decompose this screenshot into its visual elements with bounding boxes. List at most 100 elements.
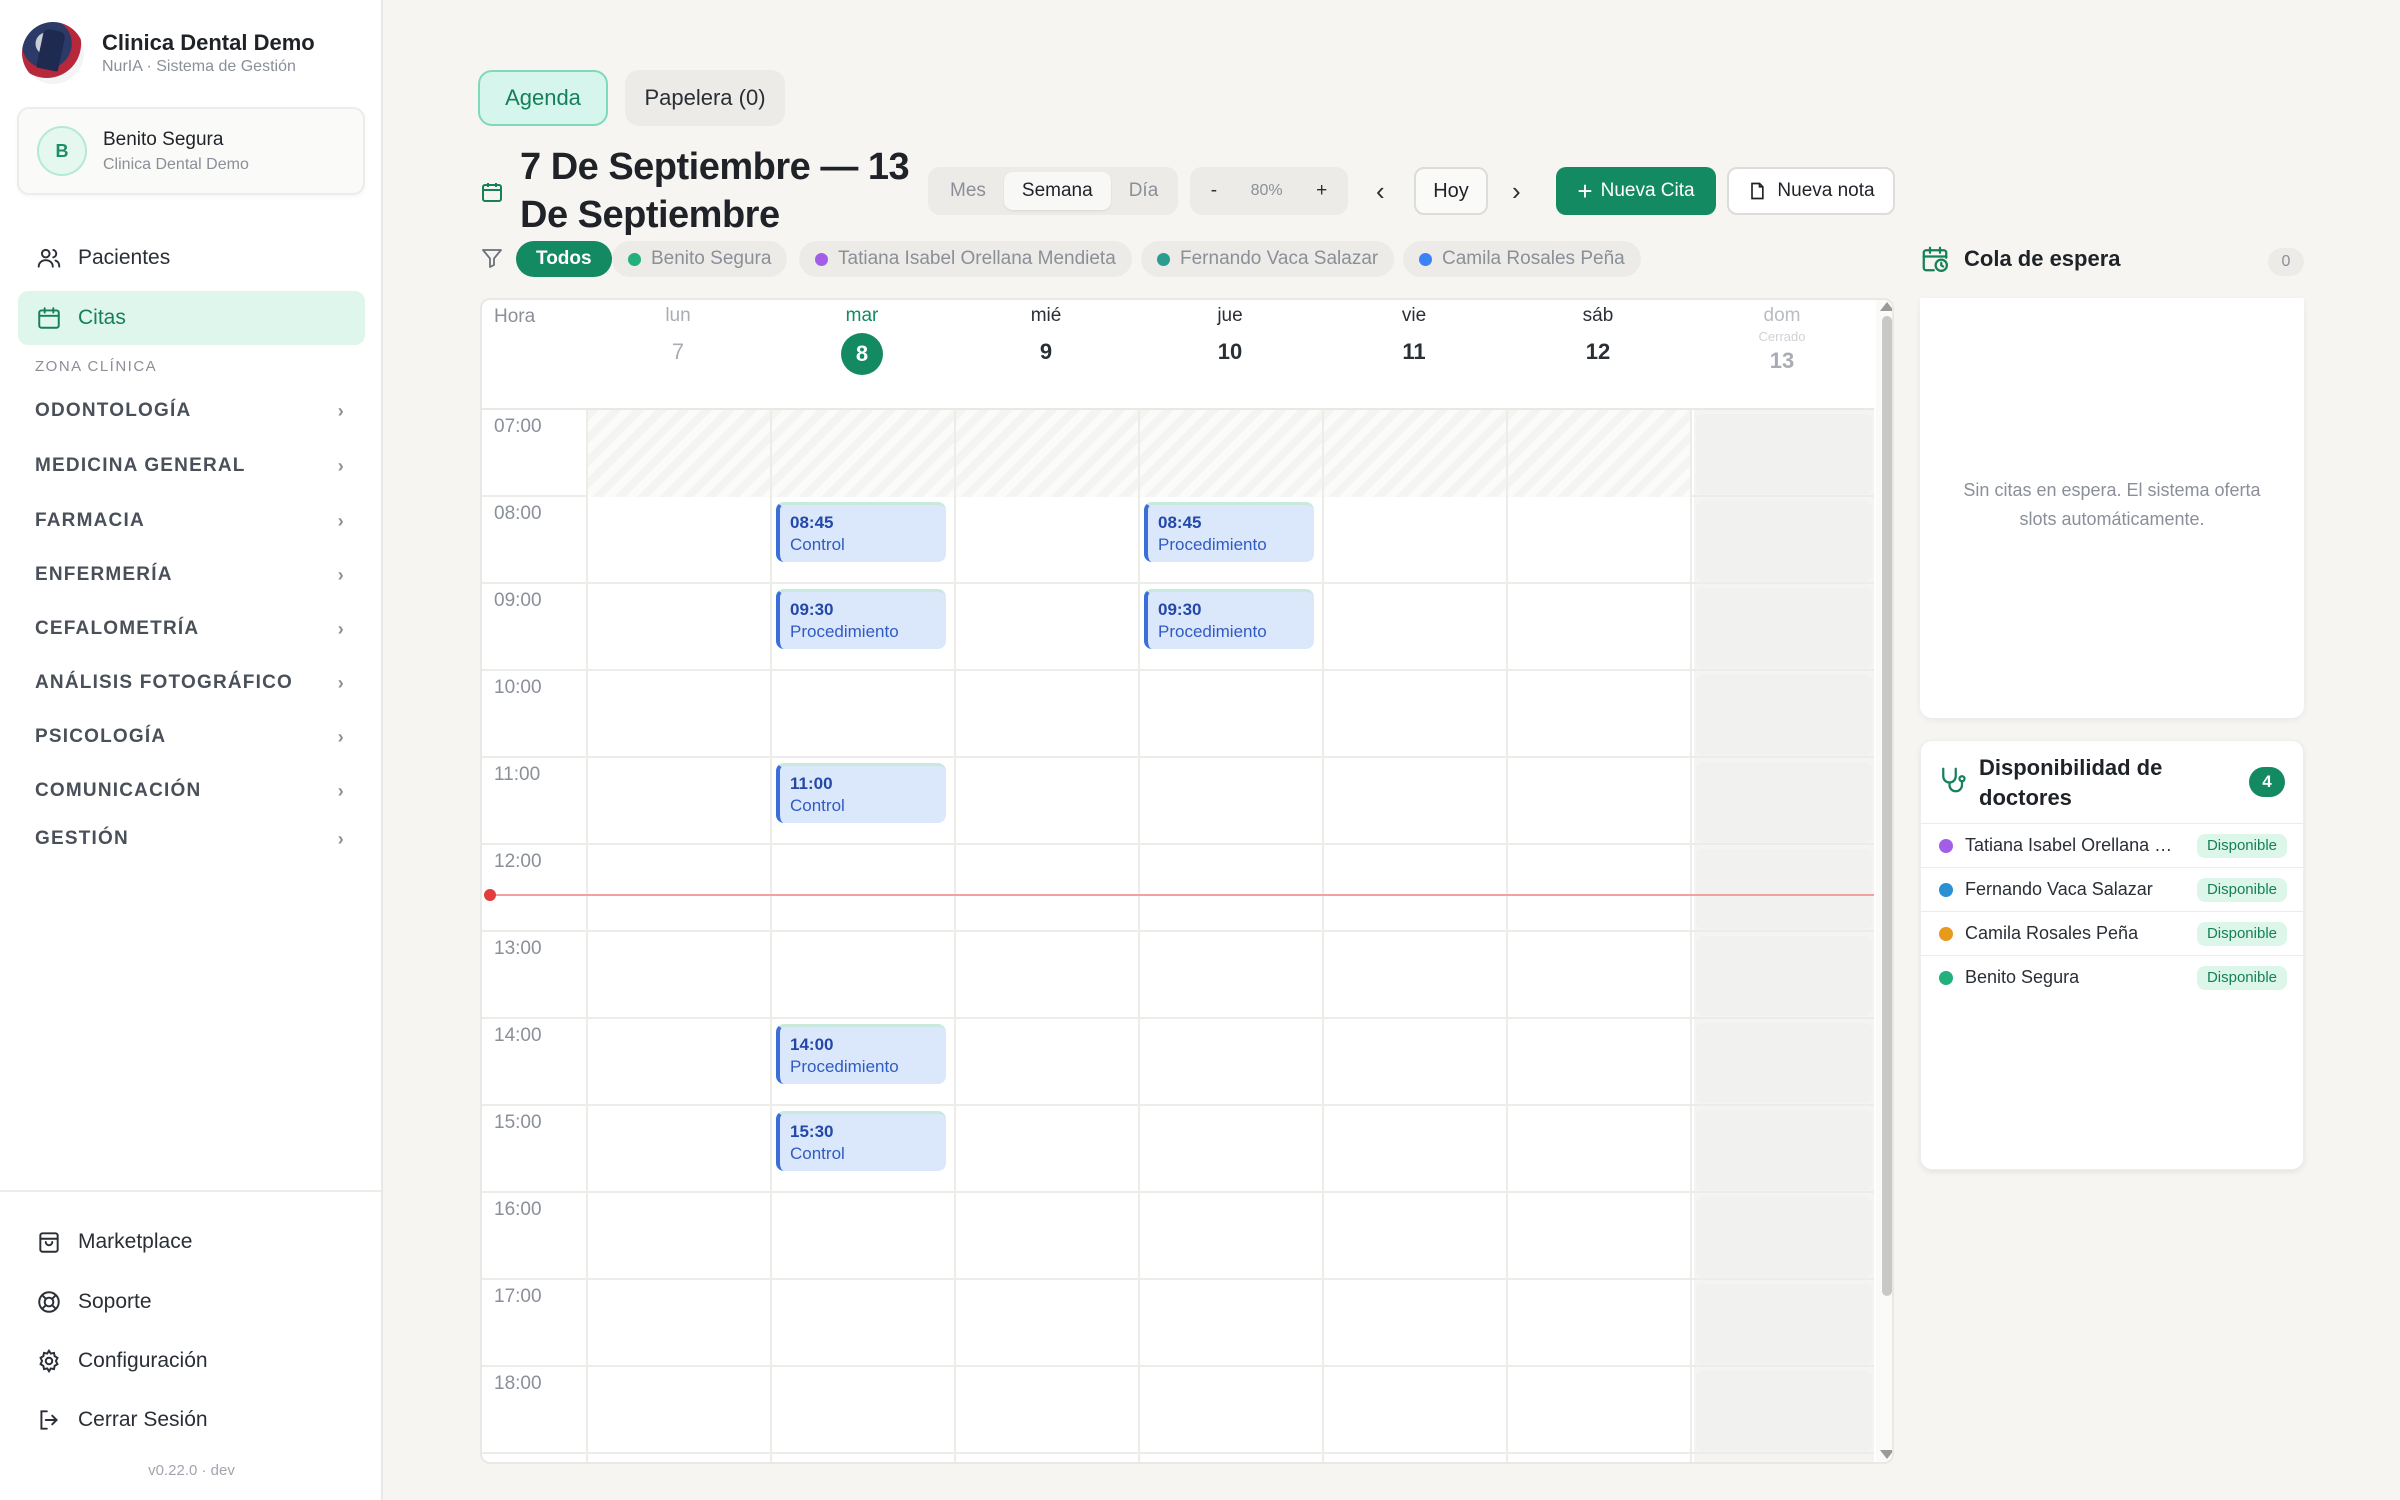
day-header[interactable]: jue 10	[1138, 300, 1322, 408]
status-badge: Disponible	[2196, 965, 2287, 990]
prev-week-button[interactable]: ‹	[1376, 176, 1385, 207]
column-divider	[1506, 410, 1508, 1462]
view-semana-button[interactable]: Semana	[1003, 172, 1111, 210]
zoom-out-button[interactable]: -	[1211, 180, 1217, 202]
filter-chip-todos[interactable]: Todos	[516, 241, 612, 277]
scroll-down-arrow[interactable]	[1880, 1450, 1892, 1459]
appointment-type: Procedimiento	[1158, 535, 1267, 554]
sidebar-section-3[interactable]: ENFERMERÍA ›	[35, 564, 345, 586]
sidebar-section-7[interactable]: COMUNICACIÓN ›	[35, 780, 345, 802]
sidebar-section-5[interactable]: ANÁLISIS FOTOGRÁFICO ›	[35, 672, 345, 694]
sidebar-item-label: Soporte	[78, 1290, 152, 1313]
sidebar-section-4[interactable]: CEFALOMETRÍA ›	[35, 618, 345, 640]
tab-agenda[interactable]: Agenda	[478, 70, 608, 126]
zoom-in-button[interactable]: +	[1316, 180, 1327, 202]
appointment-time: 09:30	[1158, 600, 1202, 619]
view-mes-button[interactable]: Mes	[932, 172, 1004, 210]
hour-label: 17:00	[494, 1286, 542, 1307]
sidebar-item-pacientes[interactable]: Pacientes	[18, 231, 365, 285]
sidebar-section-2[interactable]: FARMACIA ›	[35, 510, 345, 532]
availability-title: Disponibilidad de doctores	[1979, 755, 2163, 810]
sidebar-item-soporte[interactable]: Soporte	[18, 1275, 365, 1329]
today-button[interactable]: Hoy	[1414, 167, 1488, 215]
doctor-row[interactable]: Benito Segura Disponible	[1921, 955, 2303, 999]
day-header[interactable]: mar 8	[770, 300, 954, 408]
doctor-name: Fernando Vaca Salazar	[1965, 879, 2153, 899]
doctor-row[interactable]: Fernando Vaca Salazar Disponible	[1921, 867, 2303, 911]
doctor-name: Camila Rosales Peña	[1965, 923, 2139, 943]
day-header[interactable]: lun 7	[586, 300, 770, 408]
day-name: mar	[845, 305, 879, 326]
availability-count-badge: 4	[2249, 767, 2285, 797]
section-label: ODONTOLOGÍA	[35, 400, 192, 421]
closed-slot	[1696, 675, 1872, 755]
waitlist-header: Cola de espera 0	[1920, 244, 2304, 276]
appointment-card[interactable]: 09:30 Procedimiento	[776, 589, 946, 649]
section-label: ANÁLISIS FOTOGRÁFICO	[35, 672, 293, 693]
doctor-row[interactable]: Camila Rosales Peña Disponible	[1921, 911, 2303, 955]
appointment-card[interactable]: 09:30 Procedimiento	[1144, 589, 1314, 649]
stethoscope-icon	[1942, 767, 1966, 793]
next-week-button[interactable]: ›	[1512, 176, 1521, 207]
closed-slot	[1696, 1197, 1872, 1277]
sidebar-item-citas[interactable]: Citas	[18, 291, 365, 345]
sidebar-section-8[interactable]: GESTIÓN ›	[35, 828, 345, 850]
hour-row: 18:00	[482, 1367, 1874, 1454]
appointment-card[interactable]: 15:30 Control	[776, 1111, 946, 1171]
filter-chip-label: Tatiana Isabel Orellana Mendieta	[838, 248, 1116, 269]
day-header[interactable]: sáb 12	[1506, 300, 1690, 408]
sidebar-item-label: Marketplace	[78, 1230, 193, 1253]
appointment-type: Control	[790, 796, 845, 815]
filter-icon	[480, 246, 504, 275]
appointment-card[interactable]: 08:45 Procedimiento	[1144, 502, 1314, 562]
app-version: v0.22.0 · dev	[148, 1462, 235, 1479]
new-note-button[interactable]: Nueva nota	[1727, 167, 1895, 215]
closed-slot	[1696, 501, 1872, 581]
scrollbar-thumb[interactable]	[1882, 316, 1892, 1296]
filter-chip-doctor[interactable]: Fernando Vaca Salazar	[1141, 241, 1395, 277]
appointment-time: 08:45	[790, 513, 834, 532]
doctor-row[interactable]: Tatiana Isabel Orellana Mendieta Disponib…	[1921, 823, 2303, 867]
new-appointment-button[interactable]: + Nueva Cita	[1556, 167, 1716, 215]
chevron-right-icon: ›	[337, 400, 345, 421]
shopping-bag-icon	[36, 1229, 62, 1255]
appointment-type: Procedimiento	[790, 1057, 899, 1076]
day-header[interactable]: dom Cerrado 13	[1690, 300, 1874, 408]
hour-label: 09:00	[494, 590, 542, 611]
user-card[interactable]: B Benito Segura Clinica Dental Demo	[17, 107, 365, 195]
appointment-type: Control	[790, 1144, 845, 1163]
brand[interactable]: Clinica Dental Demo NurIA · Sistema de G…	[22, 22, 315, 84]
appointment-time: 08:45	[1158, 513, 1202, 532]
view-dia-button[interactable]: Día	[1111, 172, 1177, 210]
closed-label: Cerrado	[1758, 329, 1806, 344]
unavailable-slot	[1324, 410, 1506, 497]
tab-papelera[interactable]: Papelera (0)	[625, 70, 785, 126]
appointment-card[interactable]: 14:00 Procedimiento	[776, 1024, 946, 1084]
sidebar-item-label: Citas	[78, 306, 126, 329]
appointment-time: 15:30	[790, 1122, 834, 1141]
appointment-card[interactable]: 08:45 Control	[776, 502, 946, 562]
sidebar-item-configuracion[interactable]: Configuración	[18, 1334, 365, 1388]
sidebar-item-marketplace[interactable]: Marketplace	[18, 1215, 365, 1269]
filter-chip-doctor[interactable]: Camila Rosales Peña	[1403, 241, 1641, 277]
calendar-header: Hora lun 7 mar 8 mié 9 jue 10 vie 11 sáb 12 dom Cerra…	[482, 300, 1874, 410]
scroll-up-arrow[interactable]	[1880, 302, 1892, 311]
sidebar-section-6[interactable]: PSICOLOGÍA ›	[35, 726, 345, 748]
day-header[interactable]: vie 11	[1322, 300, 1506, 408]
sidebar-section-0[interactable]: ODONTOLOGÍA ›	[35, 400, 345, 422]
day-number: 7	[671, 339, 685, 364]
sidebar-item-cerrar-sesion[interactable]: Cerrar Sesión	[18, 1393, 365, 1447]
filter-chip-doctor[interactable]: Benito Segura	[612, 241, 788, 277]
column-divider	[1138, 410, 1140, 1462]
doctor-name: Tatiana Isabel Orellana Mendieta	[1965, 835, 2187, 855]
column-divider	[770, 410, 772, 1462]
closed-slot	[1696, 762, 1872, 842]
zoom-control: - 80% +	[1190, 167, 1348, 215]
closed-slot	[1696, 588, 1872, 668]
day-header[interactable]: mié 9	[954, 300, 1138, 408]
appointment-card[interactable]: 11:00 Control	[776, 763, 946, 823]
sidebar-section-1[interactable]: MEDICINA GENERAL ›	[35, 455, 345, 477]
calendar-grid[interactable]: 07:00 08:00 09:00 10:00 11:00 12:00 13:00 14:00…	[482, 410, 1874, 1462]
filter-chip-doctor[interactable]: Tatiana Isabel Orellana Mendieta	[799, 241, 1132, 277]
hour-row: 13:00	[482, 932, 1874, 1019]
